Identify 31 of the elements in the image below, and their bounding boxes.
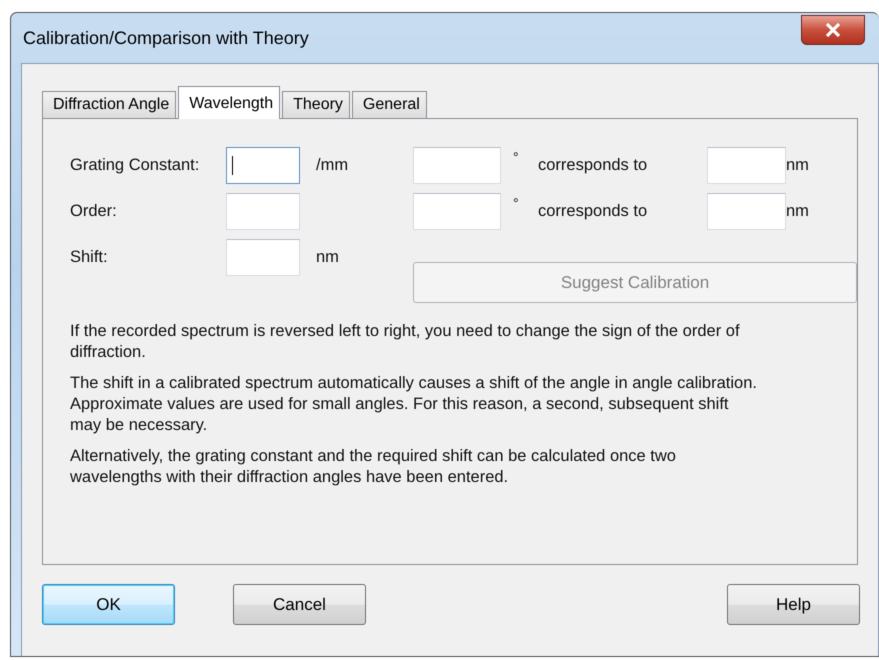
- tab[interactable]: Diffraction Angle: [42, 91, 176, 118]
- unit-label: nm: [315, 247, 340, 268]
- input-field[interactable]: [226, 193, 300, 230]
- field-label: Order:: [70, 201, 118, 222]
- wavelength-field[interactable]: [707, 147, 786, 184]
- corresponds-label: corresponds to: [538, 155, 648, 176]
- note-text: Alternatively, the grating constant and the required shift can be calculated once two wavelengths with their diffraction angles have been entered.: [70, 446, 677, 488]
- dialog-button[interactable]: Cancel: [233, 584, 366, 625]
- tab[interactable]: Wavelength: [178, 86, 280, 119]
- field-label: Grating Constant:: [70, 155, 200, 176]
- close-icon: [825, 23, 841, 37]
- degree-symbol: °: [512, 194, 520, 213]
- window-title: Calibration/Comparison with Theory: [23, 28, 309, 48]
- input-field[interactable]: [226, 147, 300, 184]
- input-field[interactable]: [226, 239, 300, 276]
- degree-symbol: °: [512, 148, 520, 167]
- angle-field[interactable]: [413, 147, 501, 184]
- dialog-button[interactable]: Help: [727, 584, 860, 625]
- angle-field[interactable]: [413, 193, 501, 230]
- unit-label: nm: [786, 155, 810, 176]
- note-text: If the recorded spectrum is reversed left to right, you need to change the sign of the order of diffraction.: [70, 321, 741, 363]
- unit-label: /mm: [315, 155, 350, 176]
- close-button[interactable]: [801, 15, 865, 45]
- wavelength-field[interactable]: [707, 193, 786, 230]
- unit-label: nm: [786, 201, 810, 222]
- tab[interactable]: General: [352, 91, 427, 118]
- corresponds-label: corresponds to: [538, 201, 648, 222]
- dialog-button[interactable]: OK: [42, 584, 175, 625]
- note-text: The shift in a calibrated spectrum automatically causes a shift of the angle in angle calibration. Approximate values are used for small angles. For this reason, a second, subsequent shift may be necessary.: [70, 373, 758, 436]
- tab[interactable]: Theory: [282, 91, 350, 118]
- field-label: Shift:: [70, 247, 109, 268]
